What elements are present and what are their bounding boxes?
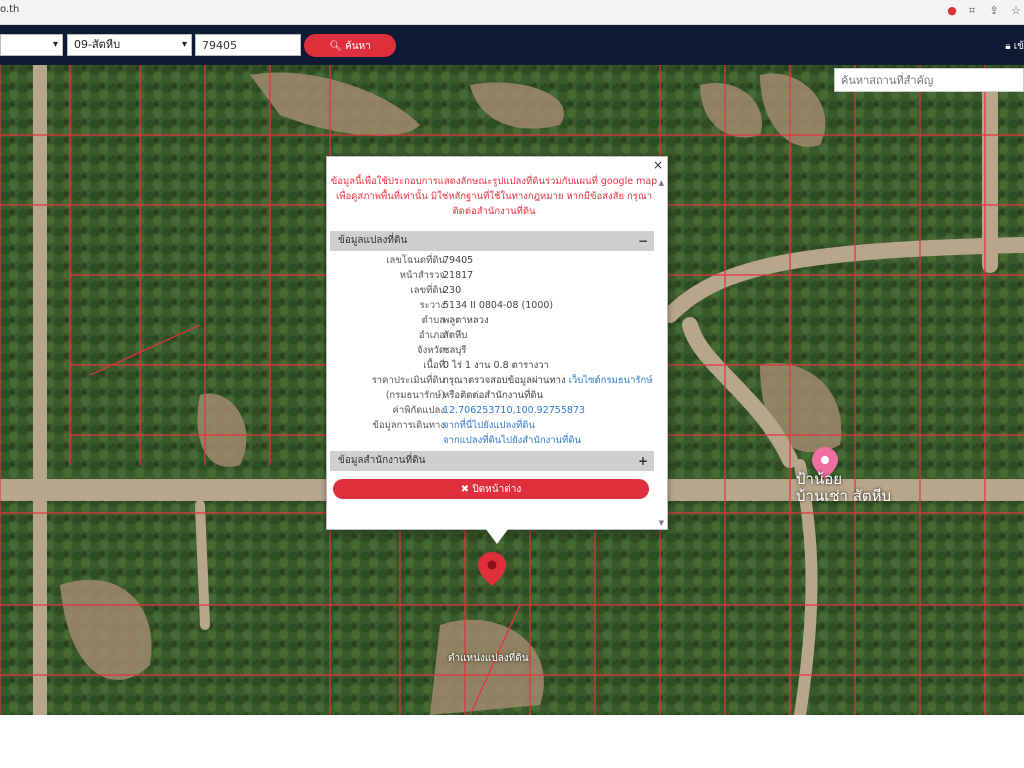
info-value: 5134 II 0804-08 (1000) — [443, 300, 554, 311]
info-row-travel: ข้อมูลการเดินทาง จากที่นี่ไปยังแปลงที่ดิ… — [327, 418, 657, 433]
lock-icon: 🔒︎ — [1005, 41, 1011, 52]
close-icon[interactable]: × — [653, 158, 663, 172]
collapse-icon[interactable]: − — [638, 231, 648, 251]
popup-pointer — [485, 528, 509, 544]
browser-toolbar: o.th ● ⌗ ⇪ ☆ — [0, 0, 1024, 25]
info-value: พลูตาหลวง — [443, 315, 489, 326]
coordinates-link[interactable]: 12.706253710,100.92755873 — [443, 405, 585, 416]
directions-to-parcel-link[interactable]: จากที่นี่ไปยังแปลงที่ดิน — [443, 420, 535, 431]
info-value: 12.706253710,100.92755873 — [443, 403, 585, 418]
info-value: 21817 — [443, 270, 474, 281]
info-row: ตำบล พลูตาหลวง — [327, 313, 657, 328]
bookmark-star-icon[interactable]: ☆ — [1010, 5, 1022, 17]
expand-icon[interactable]: + — [638, 451, 648, 471]
place-search-input[interactable] — [834, 68, 1024, 92]
info-key: จังหวัด — [417, 345, 445, 356]
place-name-label: ป้าน้อย บ้านเช่า สัตหีบ — [796, 471, 891, 505]
info-key: ระวาง — [419, 300, 445, 311]
info-value: 0 ไร่ 1 งาน 0.8 ตารางวา — [443, 360, 549, 371]
treasury-website-link[interactable]: เว็บไซต์กรมธนารักษ์ — [569, 375, 653, 386]
top-navigation: ▾ 09-สัตหีบ ▾ 🔍︎ ค้นหา 🔒︎ เข้ — [0, 25, 1024, 65]
search-button-label: ค้นหา — [345, 41, 371, 52]
share-icon[interactable]: ⇪ — [988, 5, 1000, 17]
section-parcel-header[interactable]: ข้อมูลแปลงที่ดิน − — [330, 231, 654, 251]
parcel-info-popup: × ▲ ▼ ข้อมูลนี้เพื่อใช้ประกอบการแสดงลักษ… — [326, 156, 668, 544]
disclaimer-text: ข้อมูลนี้เพื่อใช้ประกอบการแสดงลักษณะรูปแ… — [330, 176, 658, 217]
price-text: กรุณาตรวจสอบข้อมูลผ่านทาง — [443, 375, 566, 386]
info-row: เลขที่ดิน 230 — [327, 283, 657, 298]
login-label: เข้ — [1013, 41, 1024, 52]
scroll-up-icon[interactable]: ▲ — [659, 179, 664, 187]
info-row: เลขโฉนดที่ดิน 79405 — [327, 253, 657, 268]
info-value: 230 — [443, 285, 462, 296]
info-row-travel-2: จากแปลงที่ดินไปยังสำนักงานที่ดิน — [327, 433, 657, 448]
scroll-down-icon[interactable]: ▼ — [659, 519, 664, 527]
info-key: (กรมธนารักษ์) — [385, 390, 445, 401]
search-icon: 🔍︎ — [329, 41, 342, 52]
info-key: หน้าสำรวจ — [399, 270, 445, 281]
parcel-marker-label: ตำแหน่งแปลงที่ดิน — [448, 653, 529, 664]
login-link[interactable]: 🔒︎ เข้ — [1005, 39, 1024, 54]
info-key: อำเภอ — [418, 330, 445, 341]
info-row: หน้าสำรวจ 21817 — [327, 268, 657, 283]
province-select[interactable]: ▾ — [0, 34, 63, 56]
close-window-button[interactable]: ✖ ปิดหน้าต่าง — [333, 479, 649, 499]
chevron-down-icon: ▾ — [52, 39, 58, 50]
section-office-title: ข้อมูลสำนักงานที่ดิน — [338, 455, 426, 466]
info-value: 79405 — [443, 255, 474, 266]
info-value: กรุณาตรวจสอบข้อมูลผ่านทาง เว็บไซต์กรมธนา… — [443, 373, 653, 388]
place-name-line1: ป้าน้อย — [796, 470, 842, 488]
district-select[interactable]: 09-สัตหีบ ▾ — [67, 34, 192, 56]
info-row-coordinates: ค่าพิกัดแปลง 12.706253710,100.92755873 — [327, 403, 657, 418]
info-key: ราคาประเมินที่ดิน — [371, 375, 445, 386]
info-row: อำเภอ สัตหีบ — [327, 328, 657, 343]
info-key: เนื้อที่ — [423, 360, 445, 371]
info-row: เนื้อที่ 0 ไร่ 1 งาน 0.8 ตารางวา — [327, 358, 657, 373]
info-row-price: ราคาประเมินที่ดิน กรุณาตรวจสอบข้อมูลผ่าน… — [327, 373, 657, 388]
info-key: ข้อมูลการเดินทาง — [372, 420, 445, 431]
info-value: จากที่นี่ไปยังแปลงที่ดิน — [443, 418, 535, 433]
info-key: ตำบล — [421, 315, 445, 326]
directions-to-office-link[interactable]: จากแปลงที่ดินไปยังสำนักงานที่ดิน — [443, 435, 581, 446]
section-office-header[interactable]: ข้อมูลสำนักงานที่ดิน + — [330, 451, 654, 471]
info-key: ค่าพิกัดแปลง — [392, 405, 446, 416]
place-name-line2: บ้านเช่า สัตหีบ — [796, 487, 892, 505]
info-row: จังหวัด ชลบุรี — [327, 343, 657, 358]
info-value: หรือติดต่อสำนักงานที่ดิน — [443, 390, 544, 401]
info-row-treasury: (กรมธนารักษ์) หรือติดต่อสำนักงานที่ดิน — [327, 388, 657, 403]
address-bar-url[interactable]: o.th — [0, 4, 19, 15]
info-value: ชลบุรี — [443, 345, 467, 356]
search-button[interactable]: 🔍︎ ค้นหา — [304, 34, 396, 57]
parcel-number-input[interactable] — [195, 34, 301, 56]
district-select-value: 09-สัตหีบ — [74, 38, 121, 51]
info-value: จากแปลงที่ดินไปยังสำนักงานที่ดิน — [443, 433, 581, 448]
info-row: ระวาง 5134 II 0804-08 (1000) — [327, 298, 657, 313]
extension-icon[interactable]: ● — [946, 5, 958, 17]
info-key: เลขที่ดิน — [410, 285, 446, 296]
translate-icon[interactable]: ⌗ — [966, 5, 978, 17]
info-value: สัตหีบ — [443, 330, 468, 341]
section-parcel-title: ข้อมูลแปลงที่ดิน — [338, 235, 408, 246]
info-key: เลขโฉนดที่ดิน — [386, 255, 445, 266]
chevron-down-icon: ▾ — [181, 39, 187, 50]
